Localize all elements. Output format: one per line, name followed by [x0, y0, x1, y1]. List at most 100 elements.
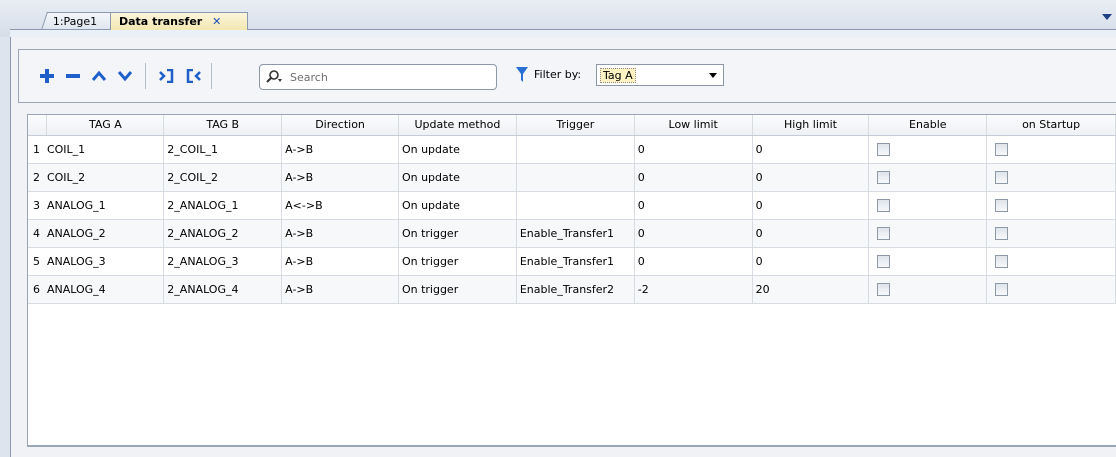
cell-on-startup [986, 219, 1116, 248]
cell-low-limit[interactable]: 0 [634, 135, 753, 164]
chevron-down-icon [709, 73, 717, 78]
cell-trigger[interactable]: Enable_Transfer1 [516, 219, 635, 248]
cell-direction[interactable]: A->B [281, 135, 399, 164]
filter-icon[interactable] [516, 67, 528, 83]
cell-update-method[interactable]: On trigger [398, 219, 517, 248]
cell-trigger[interactable] [516, 135, 635, 164]
search-box[interactable] [259, 64, 497, 90]
export-icon[interactable] [157, 66, 177, 86]
remove-icon[interactable] [63, 66, 83, 86]
tab-data-transfer[interactable]: Data transfer ✕ [110, 12, 248, 30]
table-row[interactable]: 2 COIL_2 2_COIL_2 A->B On update 0 0 [28, 163, 1116, 192]
tab-underline [10, 29, 1116, 37]
cell-on-startup [986, 135, 1116, 164]
filter-select[interactable]: Tag A [596, 64, 724, 86]
cell-tag-a[interactable]: COIL_1 [46, 135, 165, 164]
cell-trigger[interactable] [516, 191, 635, 220]
column-header-trigger[interactable]: Trigger [516, 115, 635, 136]
toolbar-separator [211, 63, 212, 89]
cell-low-limit[interactable]: 0 [634, 191, 753, 220]
table-row[interactable]: 1 COIL_1 2_COIL_1 A->B On update 0 0 [28, 135, 1116, 164]
cell-high-limit[interactable]: 0 [752, 219, 870, 248]
row-number: 6 [28, 275, 47, 304]
cell-tag-a[interactable]: ANALOG_1 [46, 191, 165, 220]
chevron-down-icon[interactable] [1102, 14, 1112, 20]
enable-checkbox[interactable] [877, 254, 891, 268]
data-grid: TAG A TAG B Direction Update method Trig… [27, 114, 1116, 447]
on-startup-checkbox[interactable] [995, 282, 1009, 296]
cell-direction[interactable]: A->B [281, 275, 399, 304]
add-icon[interactable] [37, 66, 57, 86]
cell-tag-b[interactable]: 2_ANALOG_2 [163, 219, 283, 248]
search-icon [266, 70, 282, 83]
cell-update-method[interactable]: On update [398, 191, 517, 220]
cell-on-startup [986, 275, 1116, 304]
cell-tag-a[interactable]: ANALOG_4 [46, 275, 165, 304]
cell-update-method[interactable]: On trigger [398, 247, 517, 276]
enable-checkbox[interactable] [877, 282, 891, 296]
cell-high-limit[interactable]: 0 [752, 191, 870, 220]
cell-low-limit[interactable]: -2 [634, 275, 753, 304]
cell-update-method[interactable]: On update [398, 135, 517, 164]
cell-high-limit[interactable]: 0 [752, 247, 870, 276]
cell-low-limit[interactable]: 0 [634, 219, 753, 248]
cell-update-method[interactable]: On update [398, 163, 517, 192]
cell-high-limit[interactable]: 0 [752, 135, 870, 164]
search-input[interactable] [290, 68, 490, 86]
on-startup-checkbox[interactable] [995, 198, 1009, 212]
table-row[interactable]: 3 ANALOG_1 2_ANALOG_1 A<->B On update 0 … [28, 191, 1116, 220]
cell-low-limit[interactable]: 0 [634, 247, 753, 276]
move-down-icon[interactable] [115, 66, 135, 86]
on-startup-checkbox[interactable] [995, 254, 1009, 268]
tab-data-transfer-label: Data transfer [119, 15, 203, 28]
on-startup-checkbox[interactable] [995, 226, 1009, 240]
cell-on-startup [986, 247, 1116, 276]
cell-tag-b[interactable]: 2_ANALOG_3 [163, 247, 283, 276]
cell-tag-a[interactable]: COIL_2 [46, 163, 165, 192]
column-header-update-method[interactable]: Update method [398, 115, 517, 136]
table-row[interactable]: 5 ANALOG_3 2_ANALOG_3 A->B On trigger En… [28, 247, 1116, 276]
column-header-tag-b[interactable]: TAG B [163, 115, 283, 136]
cell-tag-b[interactable]: 2_COIL_1 [163, 135, 283, 164]
table-row[interactable]: 4 ANALOG_2 2_ANALOG_2 A->B On trigger En… [28, 219, 1116, 248]
column-header-enable[interactable]: Enable [868, 115, 988, 136]
cell-trigger[interactable]: Enable_Transfer2 [516, 275, 635, 304]
cell-tag-b[interactable]: 2_ANALOG_4 [163, 275, 283, 304]
row-number: 1 [28, 135, 47, 164]
enable-checkbox[interactable] [877, 198, 891, 212]
close-icon[interactable]: ✕ [212, 13, 221, 30]
cell-high-limit[interactable]: 0 [752, 163, 870, 192]
cell-trigger[interactable] [516, 163, 635, 192]
cell-direction[interactable]: A->B [281, 219, 399, 248]
header-row: TAG A TAG B Direction Update method Trig… [28, 115, 1116, 136]
cell-on-startup [986, 191, 1116, 220]
column-header-high-limit[interactable]: High limit [752, 115, 870, 136]
column-header-on-startup[interactable]: on Startup [986, 115, 1116, 136]
cell-direction[interactable]: A->B [281, 163, 399, 192]
on-startup-checkbox[interactable] [995, 142, 1009, 156]
enable-checkbox[interactable] [877, 170, 891, 184]
move-up-icon[interactable] [89, 66, 109, 86]
toolbar: Filter by: Tag A [18, 49, 1116, 103]
column-header-low-limit[interactable]: Low limit [634, 115, 753, 136]
cell-trigger[interactable]: Enable_Transfer1 [516, 247, 635, 276]
cell-update-method[interactable]: On trigger [398, 275, 517, 304]
tab-page1[interactable]: 1:Page1 [41, 12, 117, 30]
enable-checkbox[interactable] [877, 226, 891, 240]
row-number: 5 [28, 247, 47, 276]
filter-select-value: Tag A [600, 68, 636, 83]
enable-checkbox[interactable] [877, 142, 891, 156]
cell-high-limit[interactable]: 20 [752, 275, 870, 304]
column-header-direction[interactable]: Direction [281, 115, 399, 136]
table-row[interactable]: 6 ANALOG_4 2_ANALOG_4 A->B On trigger En… [28, 275, 1116, 304]
cell-tag-a[interactable]: ANALOG_3 [46, 247, 165, 276]
cell-low-limit[interactable]: 0 [634, 163, 753, 192]
cell-tag-a[interactable]: ANALOG_2 [46, 219, 165, 248]
cell-tag-b[interactable]: 2_ANALOG_1 [163, 191, 283, 220]
column-header-tag-a[interactable]: TAG A [46, 115, 165, 136]
cell-direction[interactable]: A->B [281, 247, 399, 276]
on-startup-checkbox[interactable] [995, 170, 1009, 184]
cell-direction[interactable]: A<->B [281, 191, 399, 220]
cell-tag-b[interactable]: 2_COIL_2 [163, 163, 283, 192]
import-icon[interactable] [183, 66, 203, 86]
